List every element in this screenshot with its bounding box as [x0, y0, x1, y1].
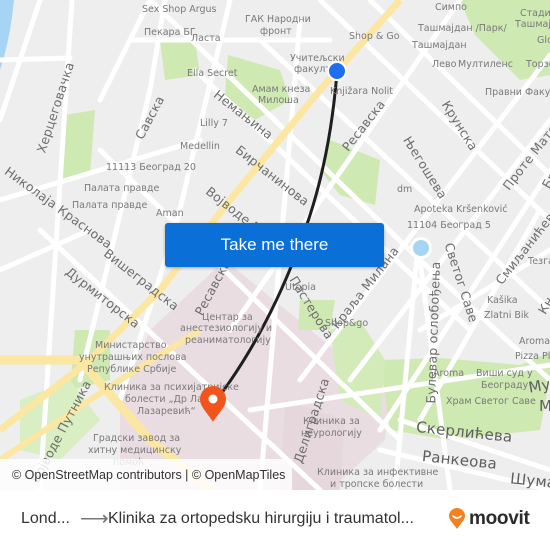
place-label: и тропске болести — [330, 479, 424, 490]
place-label: Центар за — [202, 312, 253, 323]
place-label: Стадион — [520, 8, 550, 19]
place-label: Ташмајдан — [515, 19, 550, 30]
start-location-dot[interactable] — [327, 61, 347, 81]
place-label: Zlatni Bik — [484, 310, 530, 321]
place-label: dm — [397, 184, 413, 195]
place-label: Министарство — [95, 340, 167, 351]
place-label: Клиника за инфективне — [317, 467, 439, 478]
place-label: Glo — [537, 35, 550, 46]
place-label: Мултиленс — [458, 59, 513, 70]
place-label: Sex Shop Argus — [142, 4, 217, 15]
place-label: Medellin — [180, 141, 220, 152]
place-label: 11104 Београд 5 — [407, 220, 491, 231]
attribution-text[interactable]: © OpenStreetMap contributors | © OpenMap… — [12, 468, 285, 482]
place-label: Kašika — [487, 295, 518, 306]
place-label: Pizza Plaza — [515, 351, 550, 362]
place-label: Ташмајдан /Парк/ — [418, 23, 507, 34]
place-label: Градски завод за — [93, 433, 181, 444]
place-label: Ella Secret — [187, 68, 238, 79]
place-label: Амам кнеза — [252, 84, 311, 95]
place-label: Пекара БГ — [144, 27, 196, 38]
place-label: фронт — [260, 26, 292, 37]
destination-pin-icon[interactable] — [198, 385, 228, 423]
place-label: Симпо — [435, 2, 467, 13]
map-attribution[interactable]: © OpenStreetMap contributors | © OpenMap… — [0, 459, 292, 490]
place-label: Knjižara Nolit — [330, 86, 394, 97]
place-label: Торзо — [526, 59, 550, 70]
place-label: Shop & Go — [349, 31, 400, 42]
place-label: Teзга — [528, 256, 550, 267]
street-label: Макензијева — [539, 397, 550, 415]
place-label: Републике Србије — [87, 364, 177, 375]
place-label: Aroma — [519, 336, 550, 347]
place-label: Lilly 7 — [200, 118, 228, 129]
place-label: 11113 Београд 20 — [106, 162, 196, 173]
origin-stop-name: Lond... — [21, 510, 70, 527]
place-label: Виши суд у — [476, 368, 533, 379]
place-label: хитну медицинску — [88, 445, 182, 456]
place-label: ГАК Народни — [245, 14, 311, 25]
place-label: Apoteka Kršenković — [414, 204, 508, 215]
place-label: Милоша — [258, 95, 299, 106]
place-label: Палата правде — [84, 183, 160, 194]
street-label: Шуматовачка — [509, 469, 550, 490]
roundabout-icon — [410, 237, 432, 259]
place-label: Aman — [156, 208, 184, 219]
place-label: Храм Светог Саве — [446, 396, 536, 407]
place-label: Ласта — [191, 33, 221, 44]
place-label: Београду — [481, 380, 529, 391]
place-label: Лазаревић“ — [137, 406, 196, 417]
place-label: Ташмајдан — [412, 40, 467, 51]
place-label: Правни Факултет — [485, 87, 550, 98]
destination-name: Klinika za ortopedsku hirurgiju i trauma… — [108, 510, 414, 527]
place-label: Лево — [432, 59, 457, 70]
map-canvas[interactable]: Sex Shop Argus Пекара БГ Ласта ГАК Народни ф… — [0, 0, 550, 490]
place-label: унутрашњих послова — [79, 352, 187, 363]
place-label: анестезиологију и — [180, 323, 273, 334]
take-me-there-button[interactable]: Take me there — [165, 223, 384, 267]
arrow-right-icon: ⟶ — [80, 508, 109, 530]
moovit-wordmark: moovit — [469, 508, 530, 529]
moovit-logo[interactable]: moovit — [448, 508, 530, 530]
moovit-pin-icon — [449, 508, 465, 529]
place-label: Палата правде — [72, 200, 148, 211]
place-label: реаниматологију — [185, 335, 271, 346]
